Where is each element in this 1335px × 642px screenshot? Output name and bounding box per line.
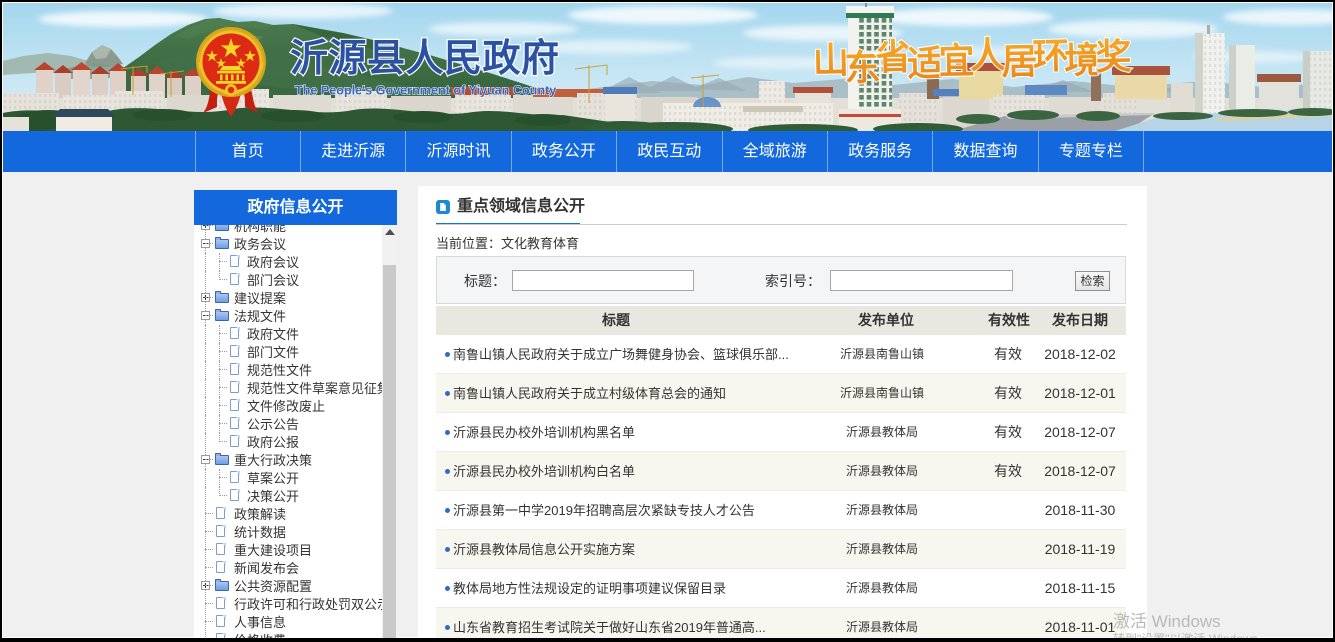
svg-text:沂源县人民政府: 沂源县人民政府: [290, 37, 560, 80]
svg-text:The People's Government of Yiy: The People's Government of Yiyuan County: [295, 84, 556, 98]
